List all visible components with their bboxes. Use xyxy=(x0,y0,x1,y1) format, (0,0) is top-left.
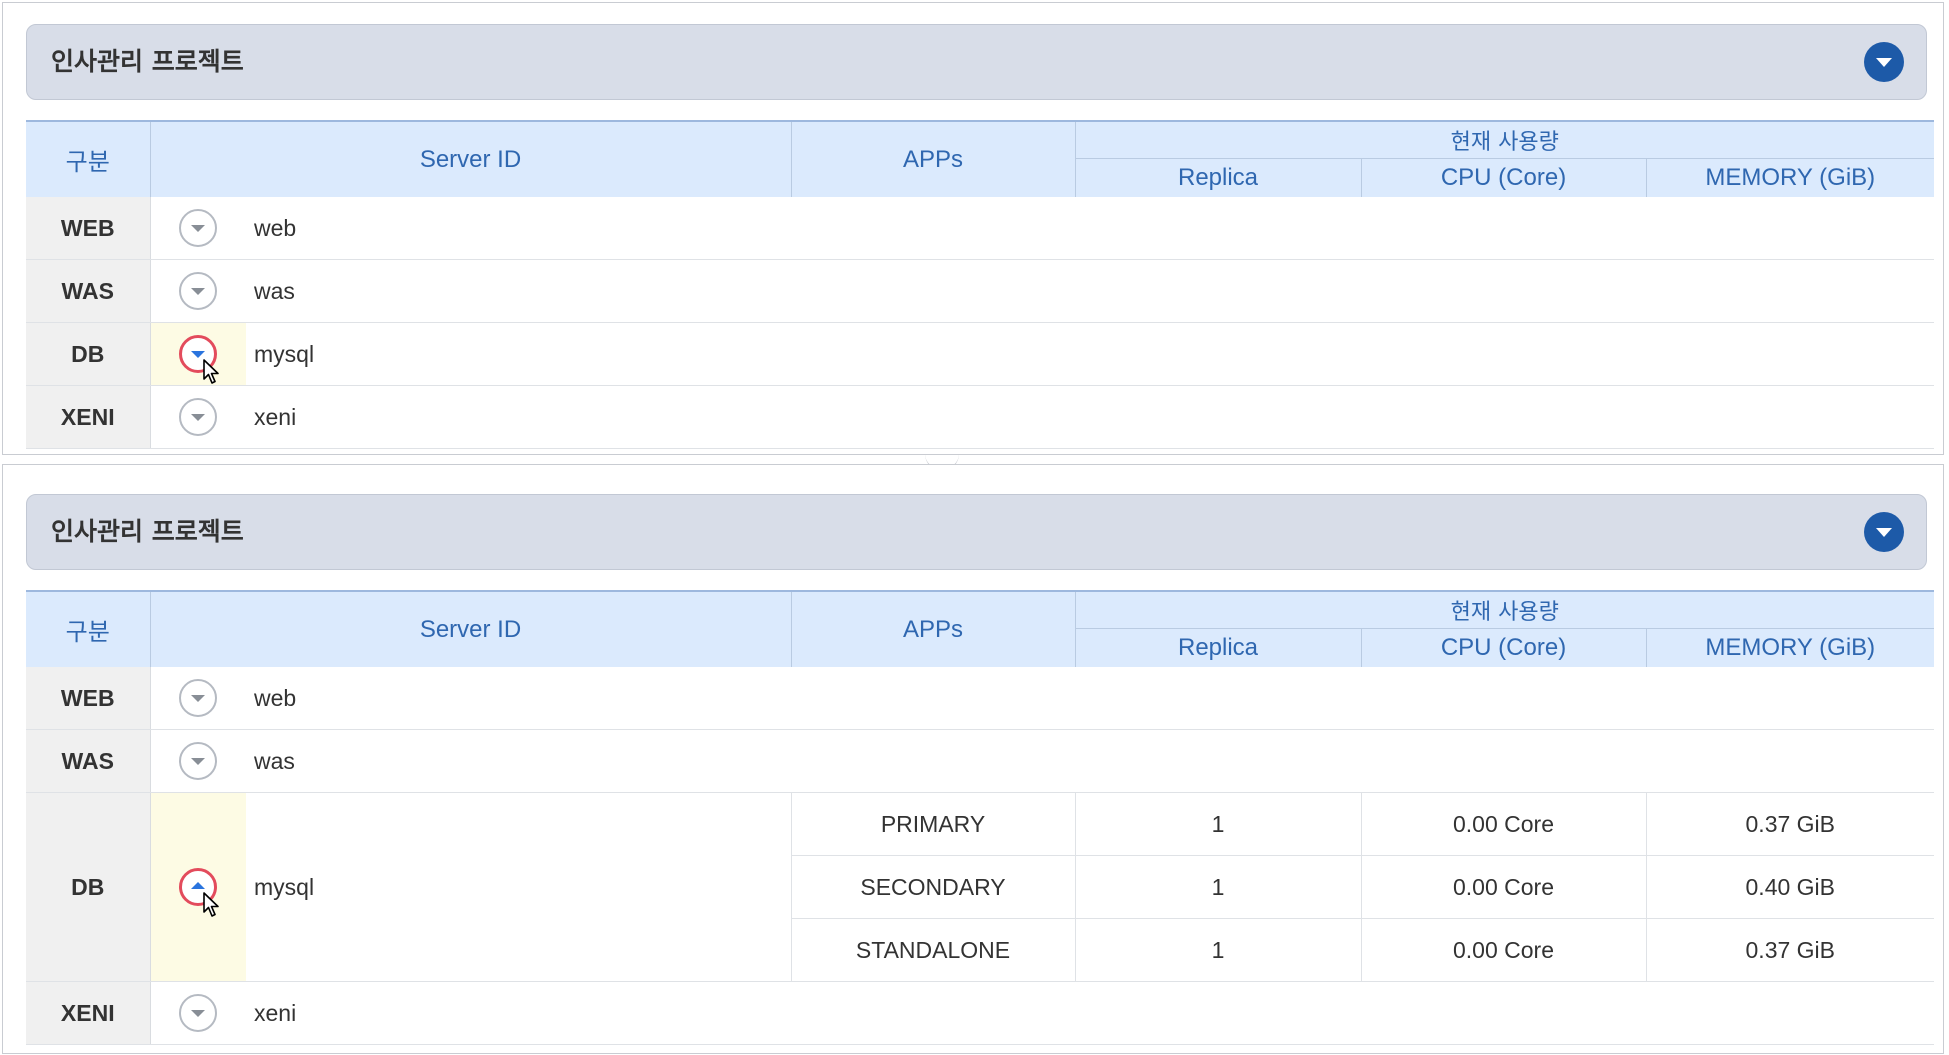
header-usage-group: 현재 사용량 xyxy=(1074,120,1935,159)
server-name: was xyxy=(246,259,1935,323)
expand-chevron-icon[interactable] xyxy=(179,272,218,310)
header-apps: APPs xyxy=(790,590,1076,667)
row-gubun: XENI xyxy=(26,385,151,449)
project-title: 인사관리 프로젝트 xyxy=(51,517,244,546)
project-header: 인사관리 프로젝트 xyxy=(26,494,1927,570)
expand-chevron-icon[interactable] xyxy=(179,209,218,247)
app-name: STANDALONE xyxy=(790,918,1076,982)
project-title: 인사관리 프로젝트 xyxy=(51,47,244,76)
server-name: web xyxy=(246,197,1935,260)
table-row-db: DB mysql PRIMARY 1 0.00 Core 0.37 GiB xyxy=(26,792,1935,982)
mouse-cursor-icon xyxy=(203,892,220,917)
row-gubun: DB xyxy=(26,322,151,386)
app-name: SECONDARY xyxy=(790,855,1076,919)
table-row-db: DB mysql xyxy=(26,322,1935,386)
row-gubun: WEB xyxy=(26,667,151,730)
memory-value: 0.37 GiB xyxy=(1645,792,1935,856)
cpu-value: 0.00 Core xyxy=(1360,855,1647,919)
project-panel-expanded: 인사관리 프로젝트 구분 Server ID APPs 현재 사용량 Repli… xyxy=(2,464,1944,1054)
table-row-xeni: XENI xeni xyxy=(26,385,1935,449)
collapse-project-icon[interactable] xyxy=(1864,42,1904,82)
expand-chevron-icon[interactable] xyxy=(179,994,218,1032)
header-replica: Replica xyxy=(1074,628,1362,667)
server-name: was xyxy=(246,729,1935,793)
replica-value: 1 xyxy=(1074,792,1362,856)
row-gubun: WAS xyxy=(26,729,151,793)
expand-chevron-icon[interactable] xyxy=(179,679,218,717)
server-name: mysql xyxy=(246,322,1935,386)
header-cpu: CPU (Core) xyxy=(1360,628,1647,667)
server-name: xeni xyxy=(246,981,1935,1045)
server-table: 구분 Server ID APPs 현재 사용량 Replica CPU (Co… xyxy=(26,120,1935,449)
expand-chevron-icon[interactable] xyxy=(179,742,218,780)
memory-value: 0.37 GiB xyxy=(1645,918,1935,982)
header-replica: Replica xyxy=(1074,158,1362,197)
header-usage-group: 현재 사용량 xyxy=(1074,590,1935,629)
project-header: 인사관리 프로젝트 xyxy=(26,24,1927,100)
cpu-value: 0.00 Core xyxy=(1360,792,1647,856)
project-panel-collapsed: 인사관리 프로젝트 구분 Server ID APPs 현재 사용량 Repli… xyxy=(2,2,1944,455)
mouse-cursor-icon xyxy=(203,359,220,384)
header-cpu: CPU (Core) xyxy=(1360,158,1647,197)
table-row-web: WEB web xyxy=(26,667,1935,730)
server-name: mysql xyxy=(246,792,792,982)
table-row-was: WAS was xyxy=(26,729,1935,793)
header-server-id: Server ID xyxy=(149,120,792,197)
replica-value: 1 xyxy=(1074,918,1362,982)
header-gubun: 구분 xyxy=(26,590,150,667)
table-row-was: WAS was xyxy=(26,259,1935,323)
header-apps: APPs xyxy=(790,120,1076,197)
row-gubun: WEB xyxy=(26,197,151,260)
server-name: xeni xyxy=(246,385,1935,449)
collapse-project-icon[interactable] xyxy=(1864,512,1904,552)
app-name: PRIMARY xyxy=(790,792,1076,856)
replica-value: 1 xyxy=(1074,855,1362,919)
server-name: web xyxy=(246,667,1935,730)
server-table: 구분 Server ID APPs 현재 사용량 Replica CPU (Co… xyxy=(26,590,1935,1045)
table-row-web: WEB web xyxy=(26,197,1935,260)
row-gubun: XENI xyxy=(26,981,151,1045)
expand-chevron-icon[interactable] xyxy=(179,398,218,436)
cpu-value: 0.00 Core xyxy=(1360,918,1647,982)
header-server-id: Server ID xyxy=(149,590,792,667)
row-gubun: WAS xyxy=(26,259,151,323)
header-memory: MEMORY (GiB) xyxy=(1645,628,1935,667)
header-memory: MEMORY (GiB) xyxy=(1645,158,1935,197)
row-gubun: DB xyxy=(26,792,151,982)
table-row-xeni: XENI xeni xyxy=(26,981,1935,1045)
header-gubun: 구분 xyxy=(26,120,150,197)
memory-value: 0.40 GiB xyxy=(1645,855,1935,919)
